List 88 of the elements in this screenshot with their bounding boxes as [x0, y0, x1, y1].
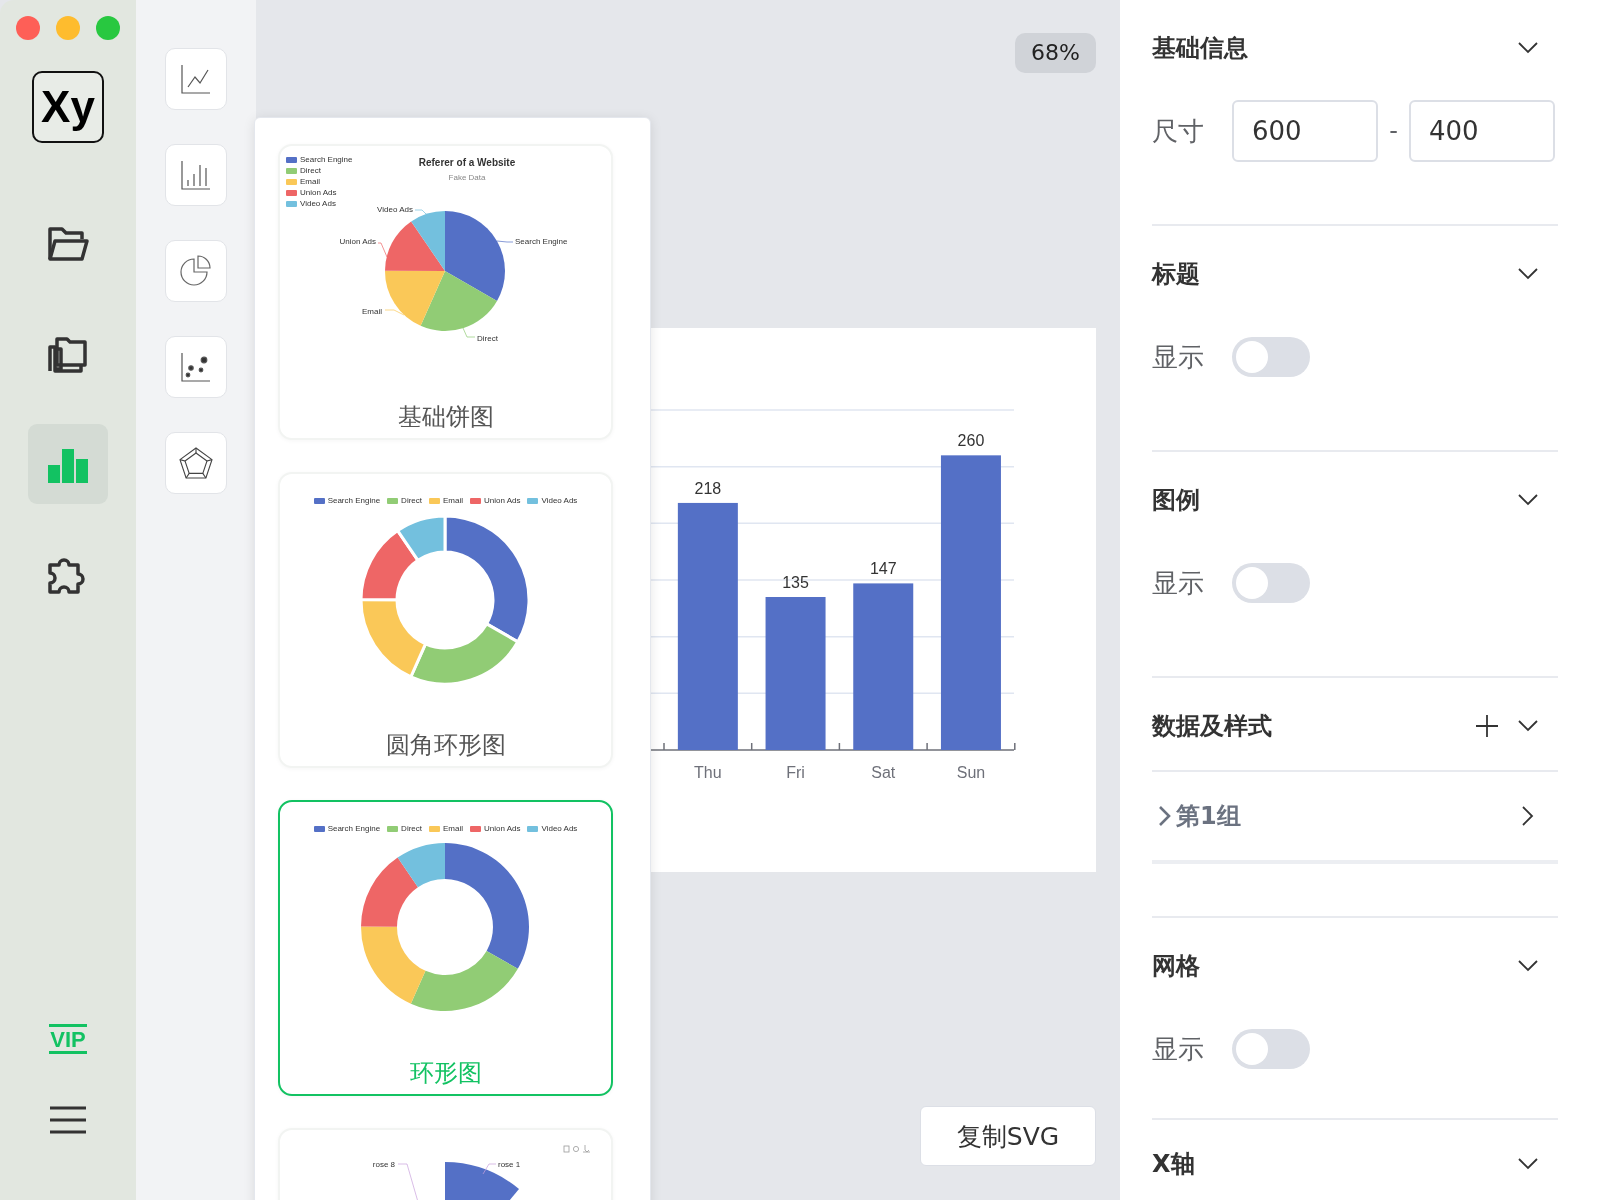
size-label: 尺寸 [1152, 114, 1205, 148]
pie-chart-icon [180, 255, 212, 287]
chevron-icon[interactable] [1518, 1158, 1538, 1170]
leader-line [496, 240, 514, 243]
chart-title: Referer of a Website [418, 157, 516, 168]
leader-line [482, 1163, 497, 1175]
legend-label: Email [300, 177, 320, 186]
show-label: 显示 [1152, 340, 1205, 374]
template-card[interactable]: Referer of a Website Fake Data Video Ads Union Ads Search Engine Email Direct Search Engine Direct Email Union Ads Video Ads 基础饼图 [278, 144, 613, 440]
chevron-icon[interactable] [1518, 268, 1538, 280]
toggle-switch[interactable] [1232, 337, 1310, 377]
leader-line [377, 242, 388, 258]
toggle-switch[interactable] [1232, 1029, 1310, 1069]
template-card[interactable]: Search Engine Direct Email Union Ads Video Ads 圆角环形图 [278, 472, 613, 768]
scatter-chart-icon [180, 351, 212, 383]
legend-label: Search Engine [327, 824, 381, 833]
section-title: 图例 [1152, 485, 1201, 516]
section-title: 基础信息 [1152, 33, 1249, 64]
line-chart-icon [180, 63, 212, 95]
x-axis-label: Thu [694, 764, 722, 781]
legend-label: Union Ads [484, 496, 521, 505]
template-name: 基础饼图 [397, 402, 494, 432]
toggle-switch[interactable] [1232, 563, 1310, 603]
slice-label: Email [362, 307, 382, 316]
slice-label: Direct [477, 334, 498, 343]
menu-icon[interactable] [50, 1106, 86, 1134]
legend-label: Union Ads [484, 824, 521, 833]
legend-label: Direct [300, 166, 321, 175]
leader-line [384, 309, 405, 316]
template-card[interactable]: Search Engine Direct Email Union Ads Video Ads 环形图 [278, 800, 613, 1096]
chevron-icon[interactable] [1518, 42, 1538, 54]
copy-svg-button[interactable]: 复制SVG [920, 1106, 1096, 1166]
radar-chart-button[interactable] [165, 432, 227, 494]
slice-label: Union Ads [339, 237, 376, 246]
legend-label: Video Ads [541, 824, 578, 833]
bar-value-label: 135 [782, 574, 809, 591]
section-title: 标题 [1152, 259, 1201, 290]
pie-chart-button[interactable] [165, 240, 227, 302]
x-axis-label: Sat [871, 764, 896, 781]
app-logo: Xy [32, 71, 104, 143]
legend-label: Search Engine [327, 496, 381, 505]
legend-label: Direct [401, 824, 422, 833]
section-title: 数据及样式 [1152, 711, 1273, 742]
section-title: 网格 [1152, 951, 1201, 982]
radar-chart-icon [179, 447, 213, 479]
bar-chart-icon [180, 159, 212, 191]
legend-label: Video Ads [541, 496, 578, 505]
group-label: 第1组 [1176, 801, 1242, 832]
slice-label: rose 1 [498, 1160, 521, 1169]
leader-line [414, 209, 427, 215]
chevron-icon[interactable] [1518, 960, 1538, 972]
width-input[interactable]: 600 [1232, 100, 1378, 162]
template-name: 圆角环形图 [385, 730, 506, 760]
slice-label: rose 8 [372, 1160, 395, 1169]
chevron-icon[interactable] [1518, 720, 1538, 732]
legend-label: Email [443, 824, 463, 833]
size-separator: - [1388, 117, 1399, 145]
show-label: 显示 [1152, 1032, 1205, 1066]
folders-icon [47, 335, 89, 373]
chevron-right-icon [1158, 805, 1172, 827]
template-name: 环形图 [409, 1058, 482, 1088]
slice-label: Search Engine [515, 237, 568, 246]
bar-value-label: 218 [694, 479, 722, 497]
chevron-icon[interactable] [1518, 494, 1538, 506]
show-label: 显示 [1152, 566, 1205, 600]
chart-subtitle: Fake Data [448, 173, 486, 182]
chevron-right-icon [1522, 806, 1534, 826]
bar-value-label: 260 [957, 432, 985, 450]
bar-value-label: 147 [869, 560, 897, 578]
scatter-chart-button[interactable] [165, 336, 227, 398]
add-icon[interactable] [1476, 715, 1498, 737]
x-axis-label: Sun [956, 764, 986, 781]
x-axis-label: Fri [786, 764, 805, 781]
bar-chart-button[interactable] [165, 144, 227, 206]
leader-line [462, 327, 476, 338]
line-chart-button[interactable] [165, 48, 227, 110]
legend-label: Search Engine [300, 155, 353, 164]
zoom-level-badge: 68% [1015, 33, 1096, 73]
group-row[interactable]: 第1组 [1152, 772, 1558, 864]
legend-label: Video Ads [300, 199, 336, 208]
height-input[interactable]: 400 [1409, 100, 1555, 162]
legend-label: Union Ads [300, 188, 337, 197]
legend-label: Email [443, 496, 463, 505]
slice-label: Video Ads [377, 205, 413, 214]
section-title: X轴 [1152, 1149, 1196, 1180]
template-card[interactable]: rose 8 rose 1 [278, 1128, 613, 1200]
legend-label: Direct [401, 496, 422, 505]
open-folder-icon [47, 225, 89, 263]
